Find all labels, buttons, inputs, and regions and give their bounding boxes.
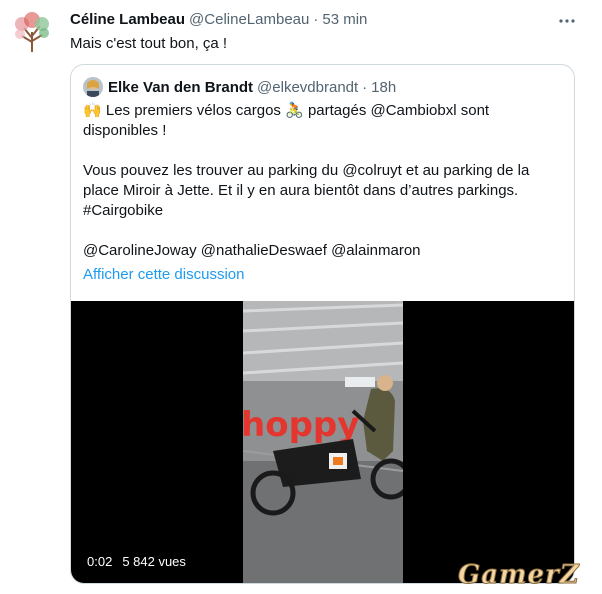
quoted-paragraph-2: Vous pouvez les trouver au parking du @c… [83,162,530,199]
quoted-tweet[interactable]: Elke Van den Brandt @elkevdbrandt · 18h … [70,64,575,584]
video-sign-text: hoppy [243,405,359,445]
quoted-author-name[interactable]: Elke Van den Brandt [108,79,253,96]
show-thread-link[interactable]: Afficher cette discussion [83,265,244,285]
quoted-line1-a: Les premiers vélos cargos [101,102,286,119]
quoted-author-avatar[interactable] [83,77,103,97]
watermark-logo: GamerZ [458,560,580,591]
tweet[interactable]: Céline Lambeau @CelineLambeau · 53 min M… [0,0,602,594]
raised-hands-icon: 🙌 [83,102,102,119]
ellipsis-icon[interactable] [556,10,578,32]
video-frame[interactable]: hoppy [243,301,403,583]
tweet-header: Céline Lambeau @CelineLambeau · 53 min [70,9,367,29]
video-elapsed: 0:02 [87,554,113,569]
author-handle[interactable]: @CelineLambeau [189,11,309,28]
separator: · [313,10,319,28]
quoted-time[interactable]: 18h [371,79,396,96]
quoted-paragraph-1: 🙌 Les premiers vélos cargos 🚴 partagés @… [83,101,567,141]
author-name[interactable]: Céline Lambeau [70,11,185,28]
hashtag[interactable]: #Cairgobike [83,201,567,221]
quoted-header: Elke Van den Brandt @elkevdbrandt · 18h [108,77,396,97]
video-views: 5 842 vues [122,554,186,569]
cyclist-icon: 🚴 [285,102,304,119]
author-avatar[interactable] [8,8,56,56]
video-player[interactable]: hoppy 0:02 5 842 vues [71,301,574,583]
video-meta: 0:02 5 842 vues [87,554,186,569]
mentions[interactable]: @CarolineJoway @nathalieDeswaef @alainma… [83,241,567,261]
quoted-text: 🙌 Les premiers vélos cargos 🚴 partagés @… [83,101,567,261]
tweet-time[interactable]: 53 min [322,11,367,28]
quoted-author-handle[interactable]: @elkevdbrandt [257,79,358,96]
tweet-text: Mais c'est tout bon, ça ! [70,35,228,52]
separator: · [362,78,368,96]
